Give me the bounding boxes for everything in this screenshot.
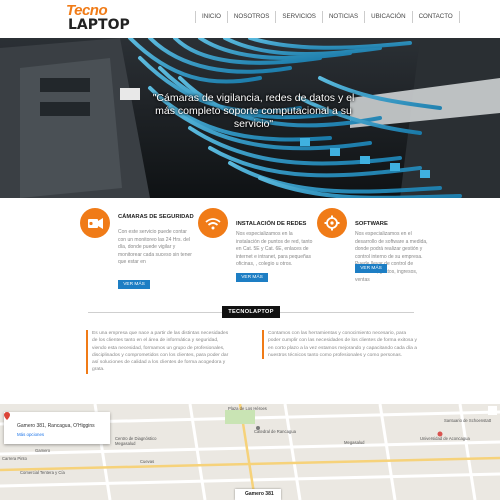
ver-mas-button[interactable]: VER MÁS (118, 280, 150, 289)
service-text: Nos especializamos en el desarrollo de s… (355, 231, 428, 283)
ver-mas-button[interactable]: VER MÁS (355, 264, 387, 273)
map-label: Plaza de Los Héroes (228, 406, 267, 411)
nav-item-contacto[interactable]: CONTACTO (411, 11, 460, 23)
map-fullscreen-button[interactable] (488, 406, 497, 415)
software-icon (317, 208, 347, 238)
services-section: CÁMARAS DE SEGURIDAD Con este servicio p… (0, 198, 500, 298)
map-pin-icon (4, 412, 10, 420)
about-left-text: Es una empresa que nace a partir de las … (86, 330, 234, 374)
nav-item-noticias[interactable]: NOTICIAS (321, 11, 364, 23)
map-marker-label[interactable]: Gamero 381 (235, 489, 281, 500)
wifi-icon (198, 208, 228, 238)
site-header: Tecno LAPTOP INICIO NOSOTROS SERVICIOS N… (0, 0, 500, 38)
service-title: CÁMARAS DE SEGURIDAD (118, 214, 194, 220)
map-label: Gamero (35, 448, 51, 453)
map-label: Carrera Pinto (2, 456, 27, 461)
map-label: Catedral de Rancagua (254, 429, 296, 434)
map-info-card: Gamero 381, Rancagua, O'Higgins Más opci… (4, 412, 110, 444)
section-tag: TECNOLAPTOP (222, 306, 280, 318)
logo-bottom-text: LAPTOP (68, 17, 130, 33)
map-options-link[interactable]: Más opciones (17, 432, 44, 437)
service-title: INSTALACIÓN DE REDES (236, 221, 307, 227)
service-text: Nos especializamos en la instalación de … (236, 231, 313, 268)
map-label: Comercial Tentera y Cía (20, 470, 65, 475)
map-label: Universidad de Aconcagua (420, 436, 470, 441)
about-right-text: Contamos con las herramientas y conocimi… (262, 330, 417, 360)
nav-item-nosotros[interactable]: NOSOTROS (226, 11, 275, 23)
map-label: Santuario de Schoenstatt (444, 418, 492, 423)
hero-banner: "Cámaras de vigilancia, redes de datos y… (0, 38, 500, 198)
nav-item-servicios[interactable]: SERVICIOS (275, 11, 322, 23)
hero-caption: "Cámaras de vigilancia, redes de datos y… (152, 92, 355, 130)
map-label: Centro de Diagnóstico Megasalud (115, 436, 157, 446)
service-card-software: SOFTWARE Nos especializamos en el desarr… (317, 208, 457, 288)
service-text: Con este servicio puede contar con un mo… (118, 229, 192, 266)
map-address: Gamero 381, Rancagua, O'Higgins (17, 423, 95, 429)
camera-icon (80, 208, 110, 238)
map-label: Megasalud (344, 440, 365, 445)
map-label: Cuevas (140, 459, 155, 464)
ver-mas-button[interactable]: VER MÁS (236, 273, 268, 282)
nav-item-inicio[interactable]: INICIO (195, 11, 227, 23)
service-title: SOFTWARE (355, 221, 388, 227)
location-map[interactable]: Gamero 381, Rancagua, O'Higgins Más opci… (0, 404, 500, 500)
logo[interactable]: Tecno LAPTOP (66, 2, 130, 34)
nav-item-ubicacion[interactable]: UBICACIÓN (364, 11, 411, 23)
main-nav: INICIO NOSOTROS SERVICIOS NOTICIAS UBICA… (195, 11, 460, 25)
